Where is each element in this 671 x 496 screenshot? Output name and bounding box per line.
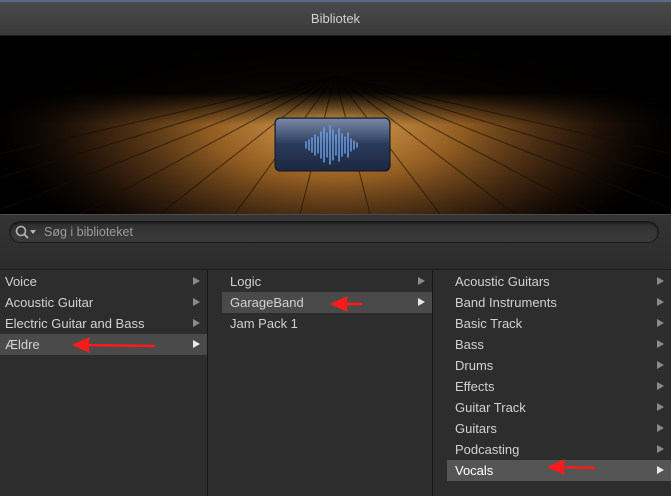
chevron-right-icon xyxy=(657,403,664,411)
library-column-2: Logic GarageBand Jam Pack 1 xyxy=(207,270,432,496)
library-item-jam-pack-1[interactable]: Jam Pack 1 xyxy=(222,313,432,334)
search-input[interactable] xyxy=(40,225,658,239)
chevron-right-icon xyxy=(193,298,200,306)
library-item-guitars[interactable]: Guitars xyxy=(447,418,671,439)
library-item-basic-track[interactable]: Basic Track xyxy=(447,313,671,334)
search-icon[interactable] xyxy=(14,222,40,242)
chevron-right-icon xyxy=(657,319,664,327)
library-item-label: Voice xyxy=(5,274,37,289)
library-item-logic[interactable]: Logic xyxy=(222,271,432,292)
chevron-right-icon xyxy=(657,466,664,474)
chevron-right-icon xyxy=(418,277,425,285)
library-item-label: Ældre xyxy=(5,337,40,352)
library-item-label: Vocals xyxy=(455,463,494,478)
library-column-3: Acoustic Guitars Band Instruments Basic … xyxy=(432,270,671,496)
library-item-band-instruments[interactable]: Band Instruments xyxy=(447,292,671,313)
chevron-right-icon xyxy=(657,424,664,432)
library-item-label: GarageBand xyxy=(230,295,304,310)
library-item-aeldre[interactable]: Ældre xyxy=(0,334,207,355)
library-item-vocals[interactable]: Vocals xyxy=(447,460,671,481)
library-item-label: Jam Pack 1 xyxy=(230,316,298,331)
library-item-guitar-track[interactable]: Guitar Track xyxy=(447,397,671,418)
chevron-right-icon xyxy=(657,340,664,348)
title-bar: Bibliotek xyxy=(0,0,671,36)
library-item-label: Acoustic Guitars xyxy=(455,274,550,289)
library-item-label: Guitars xyxy=(455,421,497,436)
chevron-right-icon xyxy=(657,298,664,306)
library-item-label: Drums xyxy=(455,358,494,373)
library-item-label: Basic Track xyxy=(455,316,523,331)
library-item-label: Podcasting xyxy=(455,442,520,457)
library-item-acoustic-guitars[interactable]: Acoustic Guitars xyxy=(447,271,671,292)
library-item-drums[interactable]: Drums xyxy=(447,355,671,376)
library-item-effects[interactable]: Effects xyxy=(447,376,671,397)
library-item-label: Band Instruments xyxy=(455,295,557,310)
chevron-right-icon xyxy=(657,277,664,285)
library-item-voice[interactable]: Voice xyxy=(0,271,207,292)
wood-floor-backdrop xyxy=(0,36,671,214)
library-item-bass[interactable]: Bass xyxy=(447,334,671,355)
preview-stage xyxy=(0,36,671,214)
chevron-right-icon xyxy=(193,277,200,285)
library-item-label: Bass xyxy=(455,337,484,352)
library-item-label: Acoustic Guitar xyxy=(5,295,94,310)
library-column-1: Voice Acoustic Guitar Electric Guitar an… xyxy=(0,270,207,496)
search-field[interactable] xyxy=(9,221,659,243)
chevron-right-icon xyxy=(418,298,425,306)
chevron-right-icon xyxy=(657,361,664,369)
chevron-right-icon xyxy=(657,382,664,390)
library-item-label: Guitar Track xyxy=(455,400,526,415)
library-item-label: Effects xyxy=(455,379,495,394)
chevron-right-icon xyxy=(657,445,664,453)
audio-region-tile xyxy=(274,117,391,172)
library-item-garageband[interactable]: GarageBand xyxy=(222,292,432,313)
library-item-label: Logic xyxy=(230,274,262,289)
library-item-label: Electric Guitar and Bass xyxy=(5,316,145,331)
search-bar xyxy=(0,214,671,270)
window-title: Bibliotek xyxy=(310,11,361,26)
library-item-podcasting[interactable]: Podcasting xyxy=(447,439,671,460)
library-item-acoustic-guitar[interactable]: Acoustic Guitar xyxy=(0,292,207,313)
library-browser: Voice Acoustic Guitar Electric Guitar an… xyxy=(0,270,671,496)
chevron-right-icon xyxy=(193,319,200,327)
chevron-right-icon xyxy=(193,340,200,348)
library-item-electric-guitar-and-bass[interactable]: Electric Guitar and Bass xyxy=(0,313,207,334)
